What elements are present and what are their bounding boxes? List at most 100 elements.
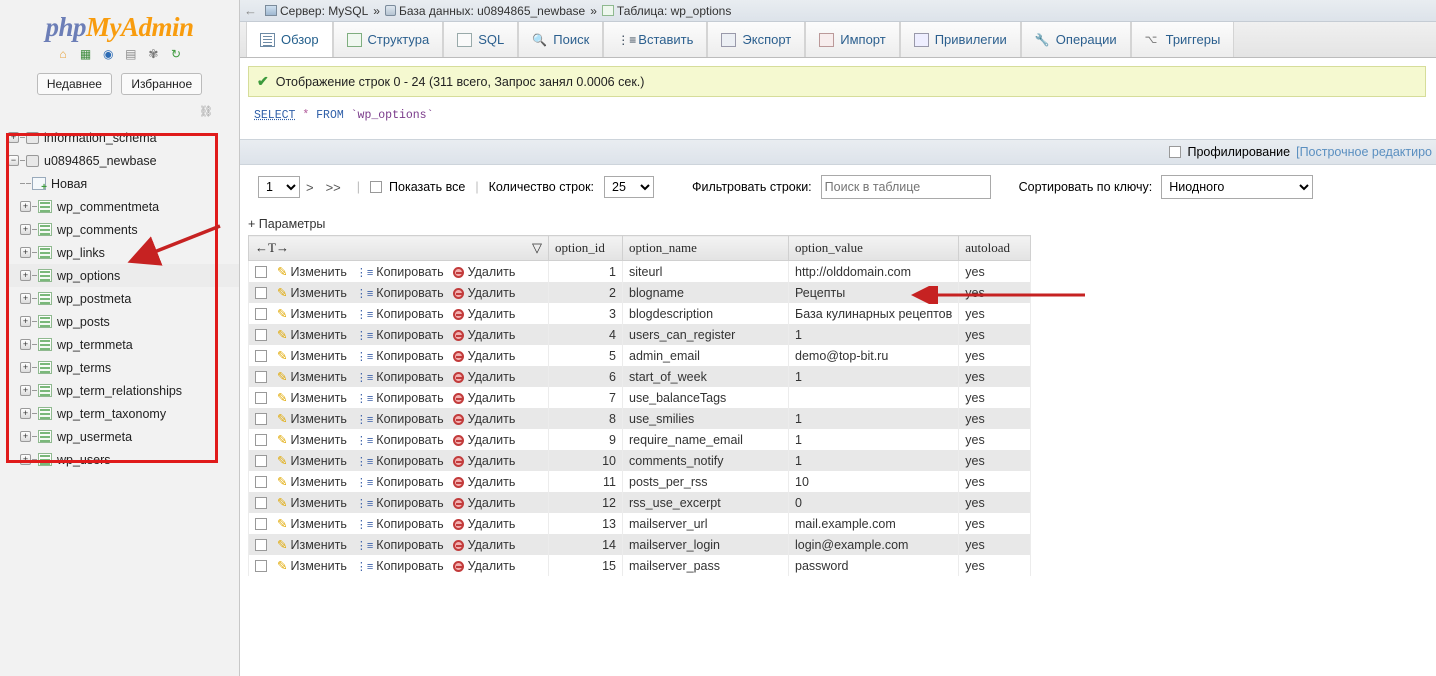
edit-link[interactable]: ✎ Изменить: [277, 474, 347, 489]
documentation-icon[interactable]: ▤: [123, 48, 138, 63]
copy-link[interactable]: ⋮≡ Копировать: [356, 559, 444, 573]
copy-link[interactable]: ⋮≡ Копировать: [356, 517, 444, 531]
tab-privileges[interactable]: Привилегии: [899, 22, 1021, 57]
edit-link[interactable]: ✎ Изменить: [277, 516, 347, 531]
delete-link[interactable]: Удалить: [452, 454, 515, 468]
breadcrumb-database[interactable]: База данных: u0894865_newbase: [399, 4, 585, 18]
expand-icon[interactable]: +: [20, 224, 31, 236]
delete-link[interactable]: Удалить: [452, 286, 515, 300]
delete-link[interactable]: Удалить: [452, 475, 515, 489]
transpose-header[interactable]: ←T→ ▽: [248, 235, 549, 261]
delete-link[interactable]: Удалить: [452, 328, 515, 342]
row-checkbox[interactable]: [255, 371, 267, 383]
expand-icon[interactable]: +: [8, 132, 19, 144]
tree-node-wp-comments[interactable]: + wp_comments: [6, 218, 239, 241]
row-checkbox[interactable]: [255, 539, 267, 551]
tree-node-wp-terms[interactable]: + wp_terms: [6, 356, 239, 379]
copy-link[interactable]: ⋮≡ Копировать: [356, 538, 444, 552]
tab-browse[interactable]: Обзор: [246, 22, 333, 57]
delete-link[interactable]: Удалить: [452, 370, 515, 384]
expand-icon[interactable]: +: [20, 362, 31, 374]
delete-link[interactable]: Удалить: [452, 349, 515, 363]
column-header-autoload[interactable]: autoload: [958, 235, 1032, 261]
reload-icon[interactable]: ↻: [169, 48, 184, 63]
delete-link[interactable]: Удалить: [452, 496, 515, 510]
copy-link[interactable]: ⋮≡ Копировать: [356, 349, 444, 363]
chevron-down-icon[interactable]: ▽: [532, 240, 542, 256]
table-row[interactable]: ✎ Изменить ⋮≡ Копировать Удалить 4 users_can_r…: [248, 324, 1032, 345]
page-select[interactable]: 1: [258, 176, 300, 198]
copy-link[interactable]: ⋮≡ Копировать: [356, 475, 444, 489]
expand-icon[interactable]: +: [20, 385, 31, 397]
copy-link[interactable]: ⋮≡ Копировать: [356, 265, 444, 279]
table-row[interactable]: ✎ Изменить ⋮≡ Копировать Удалить 5 admin_email…: [248, 345, 1032, 366]
edit-link[interactable]: ✎ Изменить: [277, 264, 347, 279]
table-row[interactable]: ✎ Изменить ⋮≡ Копировать Удалить 15 mailserver…: [248, 555, 1032, 576]
tree-node-wp-usermeta[interactable]: + wp_usermeta: [6, 425, 239, 448]
sql-query-display[interactable]: SELECT * FROM `wp_options`: [248, 105, 1426, 139]
delete-link[interactable]: Удалить: [452, 391, 515, 405]
row-checkbox[interactable]: [255, 350, 267, 362]
table-row[interactable]: ✎ Изменить ⋮≡ Копировать Удалить 7 use_balance…: [248, 387, 1032, 408]
rows-count-select[interactable]: 25: [604, 176, 655, 198]
copy-link[interactable]: ⋮≡ Копировать: [356, 454, 444, 468]
expand-icon[interactable]: +: [20, 454, 31, 466]
table-row[interactable]: ✎ Изменить ⋮≡ Копировать Удалить 12 rss_use_ex…: [248, 492, 1032, 513]
last-page-button[interactable]: >>: [320, 180, 347, 195]
copy-link[interactable]: ⋮≡ Копировать: [356, 328, 444, 342]
delete-link[interactable]: Удалить: [452, 412, 515, 426]
tree-node-wp-users[interactable]: + wp_users: [6, 448, 239, 471]
breadcrumb-table[interactable]: Таблица: wp_options: [617, 4, 731, 18]
delete-link[interactable]: Удалить: [452, 559, 515, 573]
tree-node-information-schema[interactable]: + information_schema: [6, 126, 239, 149]
table-row[interactable]: ✎ Изменить ⋮≡ Копировать Удалить 3 blogdescrip…: [248, 303, 1032, 324]
edit-link[interactable]: ✎ Изменить: [277, 390, 347, 405]
expand-icon[interactable]: +: [20, 431, 31, 443]
row-checkbox[interactable]: [255, 455, 267, 467]
tree-node-wp-options[interactable]: + wp_options: [6, 264, 239, 288]
edit-link[interactable]: ✎ Изменить: [277, 327, 347, 342]
expand-icon[interactable]: +: [20, 247, 31, 259]
expand-icon[interactable]: +: [20, 270, 31, 282]
copy-link[interactable]: ⋮≡ Копировать: [356, 412, 444, 426]
column-header-option-name[interactable]: option_name: [622, 235, 789, 261]
row-checkbox[interactable]: [255, 497, 267, 509]
tree-node-wp-term-taxonomy[interactable]: + wp_term_taxonomy: [6, 402, 239, 425]
delete-link[interactable]: Удалить: [452, 538, 515, 552]
table-row[interactable]: ✎ Изменить ⋮≡ Копировать Удалить 9 require_nam…: [248, 429, 1032, 450]
settings-gear-icon[interactable]: ✾: [146, 48, 161, 63]
profiling-checkbox[interactable]: [1169, 146, 1182, 158]
tree-node-wp-commentmeta[interactable]: + wp_commentmeta: [6, 195, 239, 218]
breadcrumb-server[interactable]: Сервер: MySQL: [280, 4, 368, 18]
table-row[interactable]: ✎ Изменить ⋮≡ Копировать Удалить 1 siteurl http…: [248, 260, 1032, 282]
copy-link[interactable]: ⋮≡ Копировать: [356, 286, 444, 300]
chain-link-icon[interactable]: ⛓: [0, 103, 239, 124]
tree-node-new[interactable]: Новая: [6, 172, 239, 195]
edit-link[interactable]: ✎ Изменить: [277, 495, 347, 510]
row-checkbox[interactable]: [255, 476, 267, 488]
sort-by-key-select[interactable]: Ниодного: [1161, 175, 1314, 199]
row-checkbox[interactable]: [255, 518, 267, 530]
tree-node-wp-postmeta[interactable]: + wp_postmeta: [6, 287, 239, 310]
expand-icon[interactable]: +: [20, 408, 31, 420]
delete-link[interactable]: Удалить: [452, 517, 515, 531]
database-icon[interactable]: ▦: [78, 48, 93, 63]
tree-node-wp-term-relationships[interactable]: + wp_term_relationships: [6, 379, 239, 402]
column-header-option-value[interactable]: option_value: [787, 235, 960, 261]
column-header-option-id[interactable]: option_id: [548, 235, 623, 261]
edit-link[interactable]: ✎ Изменить: [277, 411, 347, 426]
edit-link[interactable]: ✎ Изменить: [277, 369, 347, 384]
row-checkbox[interactable]: [255, 329, 267, 341]
expand-icon[interactable]: +: [20, 201, 31, 213]
row-checkbox[interactable]: [255, 434, 267, 446]
copy-link[interactable]: ⋮≡ Копировать: [356, 496, 444, 510]
edit-link[interactable]: ✎ Изменить: [277, 306, 347, 321]
edit-link[interactable]: ✎ Изменить: [277, 453, 347, 468]
tree-node-u0894865-newbase[interactable]: − u0894865_newbase: [6, 149, 239, 172]
home-icon[interactable]: ⌂: [55, 48, 70, 63]
table-row[interactable]: ✎ Изменить ⋮≡ Копировать Удалить 6 start_of_we…: [248, 366, 1032, 387]
filter-input[interactable]: [820, 175, 991, 199]
tab-export[interactable]: Экспорт: [707, 22, 806, 57]
collapse-icon[interactable]: −: [8, 155, 19, 167]
table-row[interactable]: ✎ Изменить ⋮≡ Копировать Удалить 14 mailserver…: [248, 534, 1032, 555]
